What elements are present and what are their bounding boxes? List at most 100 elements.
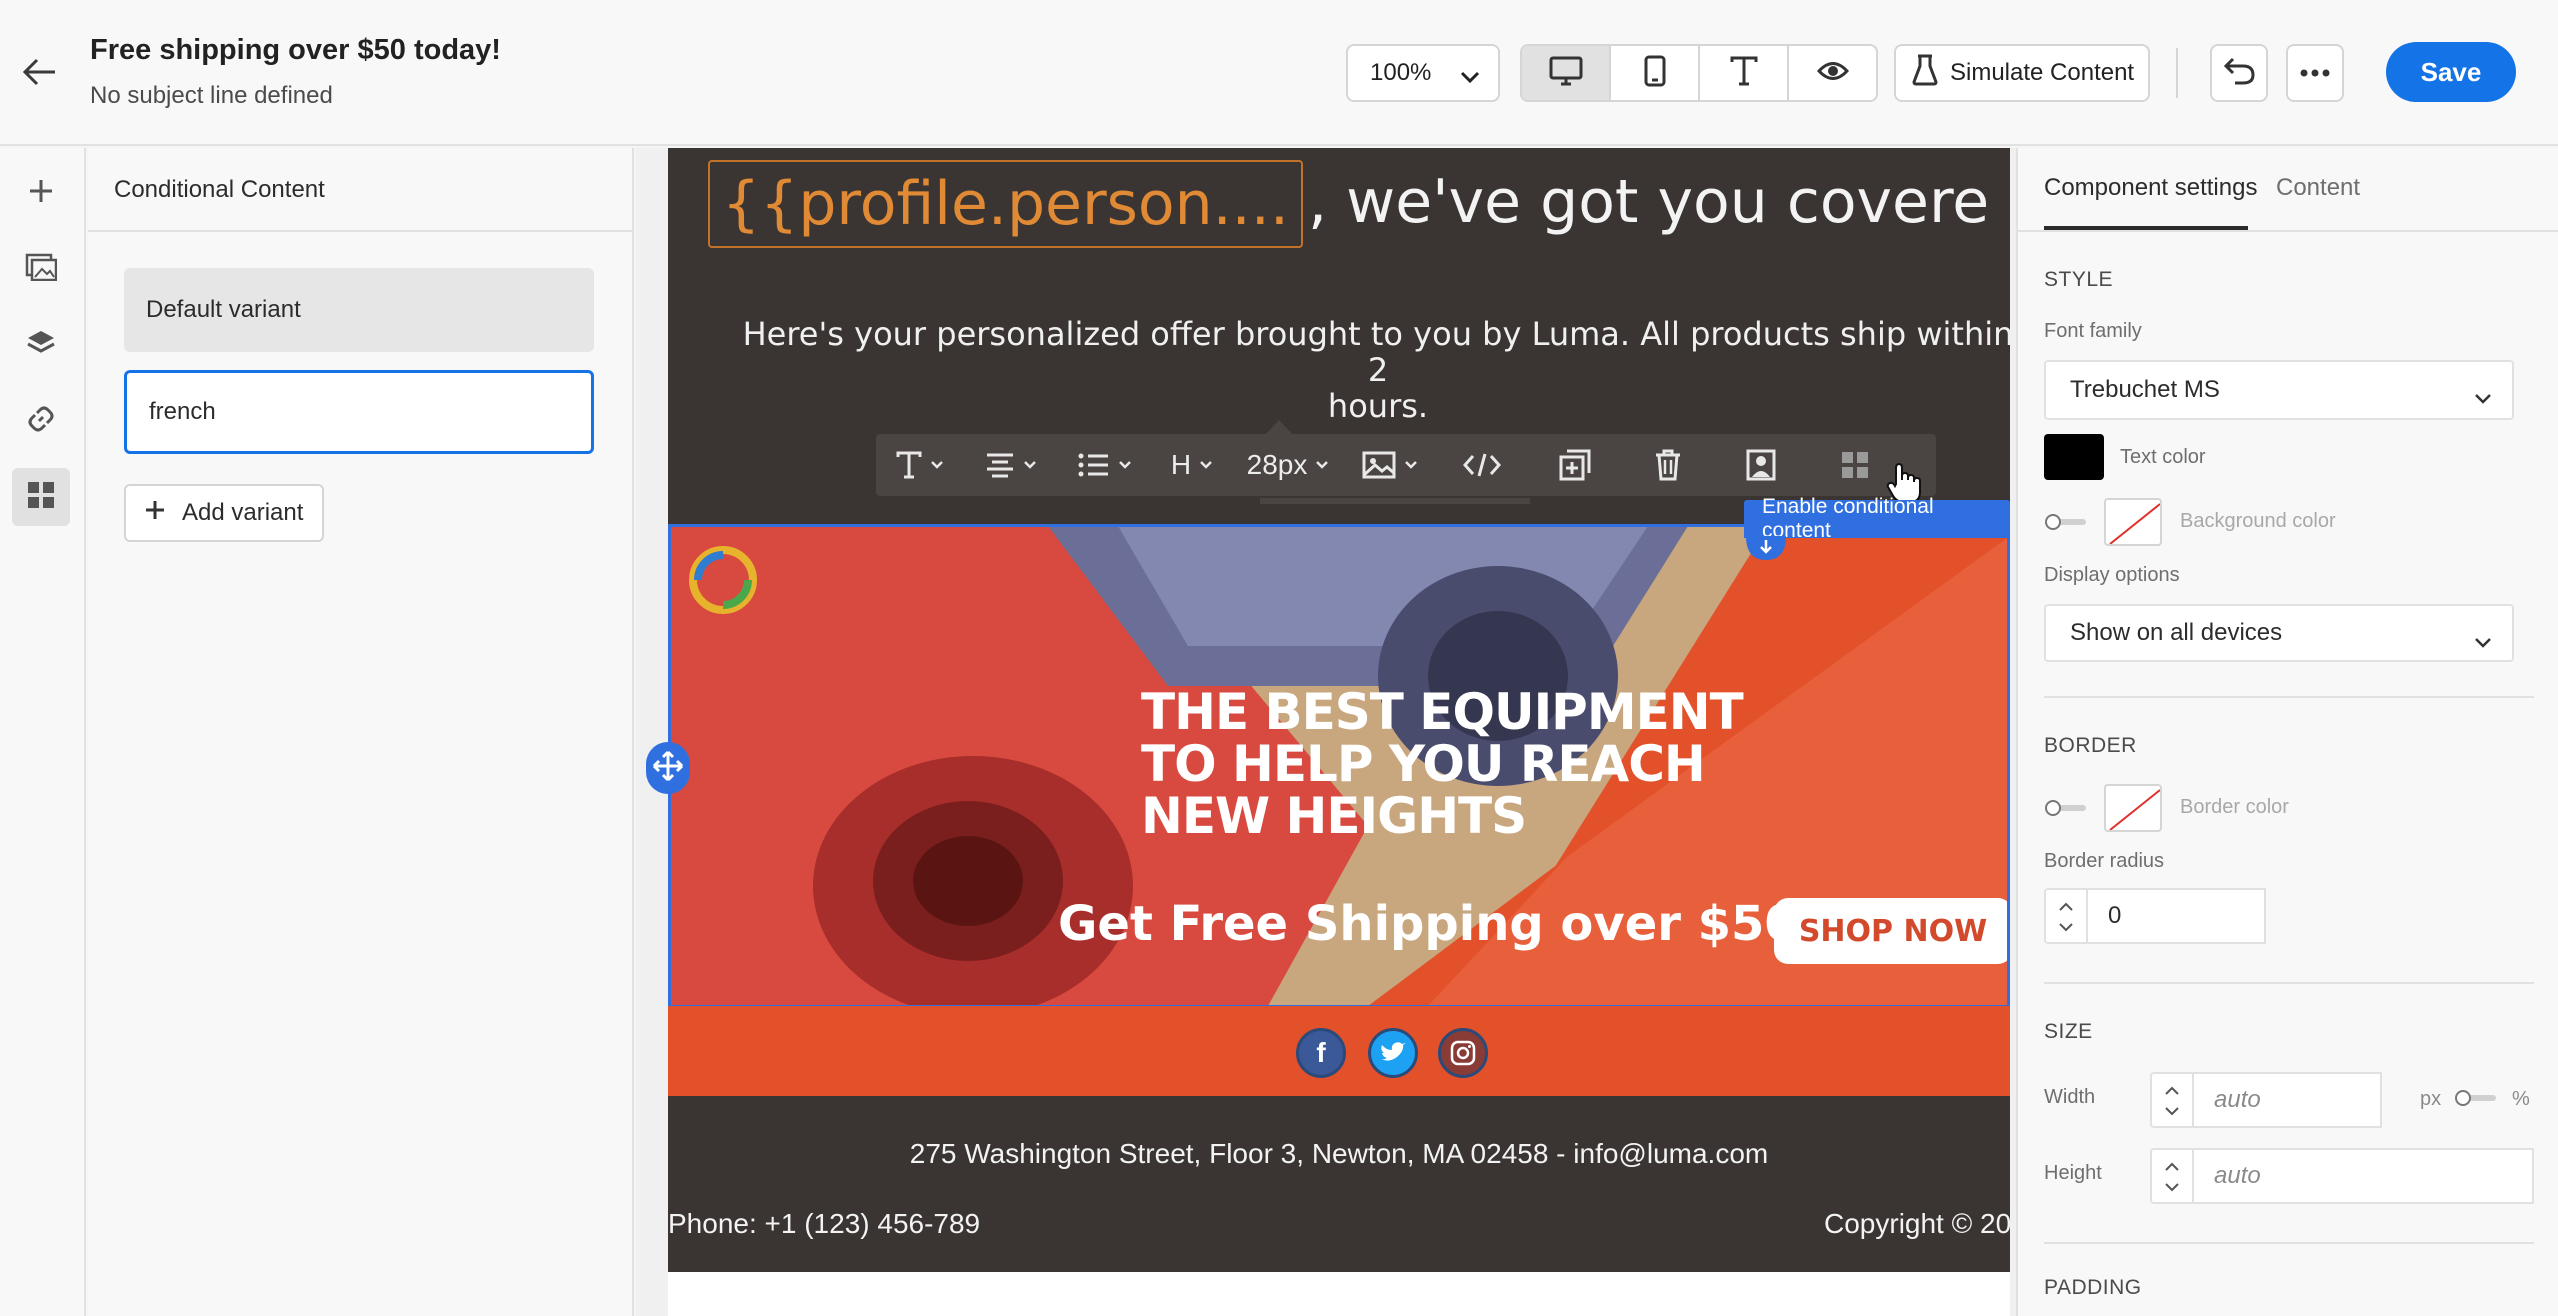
layers-button[interactable]	[12, 316, 70, 374]
image-dropdown[interactable]	[1344, 434, 1436, 496]
conditional-content-tooltip: Enable conditional content	[1744, 495, 2010, 542]
desktop-view-button[interactable]	[1522, 46, 1611, 100]
source-code-button[interactable]	[1436, 434, 1528, 496]
variant-default[interactable]: Default variant	[124, 268, 594, 352]
back-arrow-icon[interactable]	[18, 50, 62, 94]
offer-text[interactable]: Here's your personalized offer brought t…	[728, 316, 2010, 424]
panel-title: Conditional Content	[88, 148, 634, 232]
variant-french[interactable]: french	[124, 370, 594, 454]
chevron-down-icon	[2474, 384, 2492, 412]
links-button[interactable]	[12, 392, 70, 450]
align-dropdown[interactable]	[964, 434, 1058, 496]
add-variant-label: Add variant	[182, 499, 304, 526]
layers-icon	[26, 329, 56, 362]
free-shipping-text: Get Free Shipping over $50	[1058, 896, 1798, 952]
border-heading: BORDER	[2044, 734, 2137, 757]
width-input[interactable]: auto	[2192, 1072, 2382, 1128]
delete-button[interactable]	[1622, 434, 1714, 496]
email-bottom-spacer	[668, 1272, 2010, 1316]
personalize-icon	[1746, 449, 1776, 481]
text-color-swatch[interactable]	[2044, 434, 2104, 480]
border-color-swatch[interactable]	[2104, 784, 2162, 832]
background-color-swatch[interactable]	[2104, 498, 2162, 546]
footer-phone: Phone: +1 (123) 456-789	[668, 1208, 981, 1239]
conditional-content-rail-button[interactable]	[12, 468, 70, 526]
assets-icon	[25, 253, 58, 286]
shop-now-button[interactable]: SHOP NOW	[1774, 898, 2010, 964]
email-preview: {{profile.person.... , we've got you cov…	[668, 148, 2010, 1316]
display-options-select[interactable]: Show on all devices	[2044, 604, 2514, 662]
link-icon	[26, 404, 56, 439]
banner-headline: THE BEST EQUIPMENT TO HELP YOU REACH NEW…	[1141, 683, 1744, 842]
unit-toggle[interactable]	[2454, 1088, 2498, 1108]
instagram-icon[interactable]	[1438, 1028, 1488, 1078]
simulate-content-button[interactable]: Simulate Content	[1894, 44, 2150, 102]
conditional-content-panel: Conditional Content Default variant fren…	[88, 148, 634, 1316]
background-color-toggle[interactable]	[2044, 512, 2088, 532]
display-options-value: Show on all devices	[2070, 619, 2283, 646]
chevron-down-icon	[1200, 461, 1212, 469]
chevron-down-icon	[1024, 461, 1036, 469]
offer-line-1: Here's your personalized offer brought t…	[742, 315, 2010, 389]
social-row: f	[668, 1006, 2010, 1096]
move-handle[interactable]	[646, 742, 690, 794]
variant-label: Default variant	[146, 296, 301, 323]
assets-button[interactable]	[12, 240, 70, 298]
more-actions-button[interactable]	[2286, 44, 2344, 102]
heading-dropdown[interactable]: H	[1152, 434, 1232, 496]
headline-line-1: THE BEST EQUIPMENT	[1141, 683, 1744, 741]
unit-percent-label: %	[2512, 1088, 2530, 1110]
headline-line-2: TO HELP YOU REACH	[1141, 735, 1706, 793]
add-variant-button[interactable]: Add variant	[124, 484, 324, 542]
width-stepper[interactable]	[2150, 1072, 2192, 1128]
align-center-icon	[987, 453, 1013, 478]
tab-component-settings[interactable]: Component settings	[2044, 174, 2257, 202]
personalize-button[interactable]	[1714, 434, 1808, 496]
font-size-label: 28px	[1246, 449, 1308, 480]
move-icon	[651, 749, 685, 788]
chevron-down-icon	[1405, 461, 1417, 469]
height-input[interactable]: auto	[2192, 1148, 2534, 1204]
border-color-toggle[interactable]	[2044, 798, 2088, 818]
facebook-icon[interactable]: f	[1296, 1028, 1346, 1078]
twitter-icon[interactable]	[1368, 1028, 1418, 1078]
list-dropdown[interactable]	[1058, 434, 1152, 496]
more-icon	[2300, 64, 2330, 82]
personalization-token[interactable]: {{profile.person....	[708, 160, 1303, 248]
image-icon	[1362, 451, 1396, 479]
undo-button[interactable]	[2210, 44, 2268, 102]
text-view-button[interactable]	[1700, 46, 1789, 100]
active-tab-indicator	[2044, 226, 2248, 230]
hero-banner[interactable]: THE BEST EQUIPMENT TO HELP YOU REACH NEW…	[668, 526, 2010, 1006]
width-label: Width	[2044, 1086, 2096, 1108]
border-radius-input[interactable]: 0	[2086, 888, 2266, 944]
toolbar-shadow	[1260, 498, 1530, 504]
font-size-dropdown[interactable]: 28px	[1232, 434, 1344, 496]
heading-label: H	[1170, 449, 1192, 480]
zoom-select[interactable]: 100%	[1346, 44, 1500, 102]
text-icon	[896, 451, 922, 479]
text-style-dropdown[interactable]	[876, 434, 964, 496]
mobile-icon	[1644, 55, 1666, 92]
list-icon	[1078, 453, 1108, 477]
height-stepper[interactable]	[2150, 1148, 2192, 1204]
border-color-label: Border color	[2180, 796, 2289, 818]
border-radius-label: Border radius	[2044, 850, 2165, 872]
size-heading: SIZE	[2044, 1020, 2093, 1043]
padding-heading: PADDING	[2044, 1276, 2142, 1299]
chevron-down-icon	[1460, 64, 1480, 92]
preview-button[interactable]	[1789, 46, 1876, 100]
border-radius-stepper[interactable]	[2044, 888, 2086, 944]
conditional-content-icon	[1842, 452, 1868, 478]
save-button[interactable]: Save	[2386, 42, 2516, 102]
duplicate-button[interactable]	[1528, 434, 1622, 496]
footer-address: 275 Washington Street, Floor 3, Newton, …	[909, 1138, 1769, 1169]
simulate-content-label: Simulate Content	[1950, 59, 2135, 86]
add-component-button[interactable]	[12, 164, 70, 222]
font-family-select[interactable]: Trebuchet MS	[2044, 360, 2514, 420]
greeting-text[interactable]: , we've got you covere	[1308, 160, 1989, 244]
mobile-view-button[interactable]	[1611, 46, 1700, 100]
offer-line-2: hours.	[1327, 387, 1429, 425]
tab-content[interactable]: Content	[2276, 174, 2360, 202]
eye-icon	[1816, 60, 1849, 87]
